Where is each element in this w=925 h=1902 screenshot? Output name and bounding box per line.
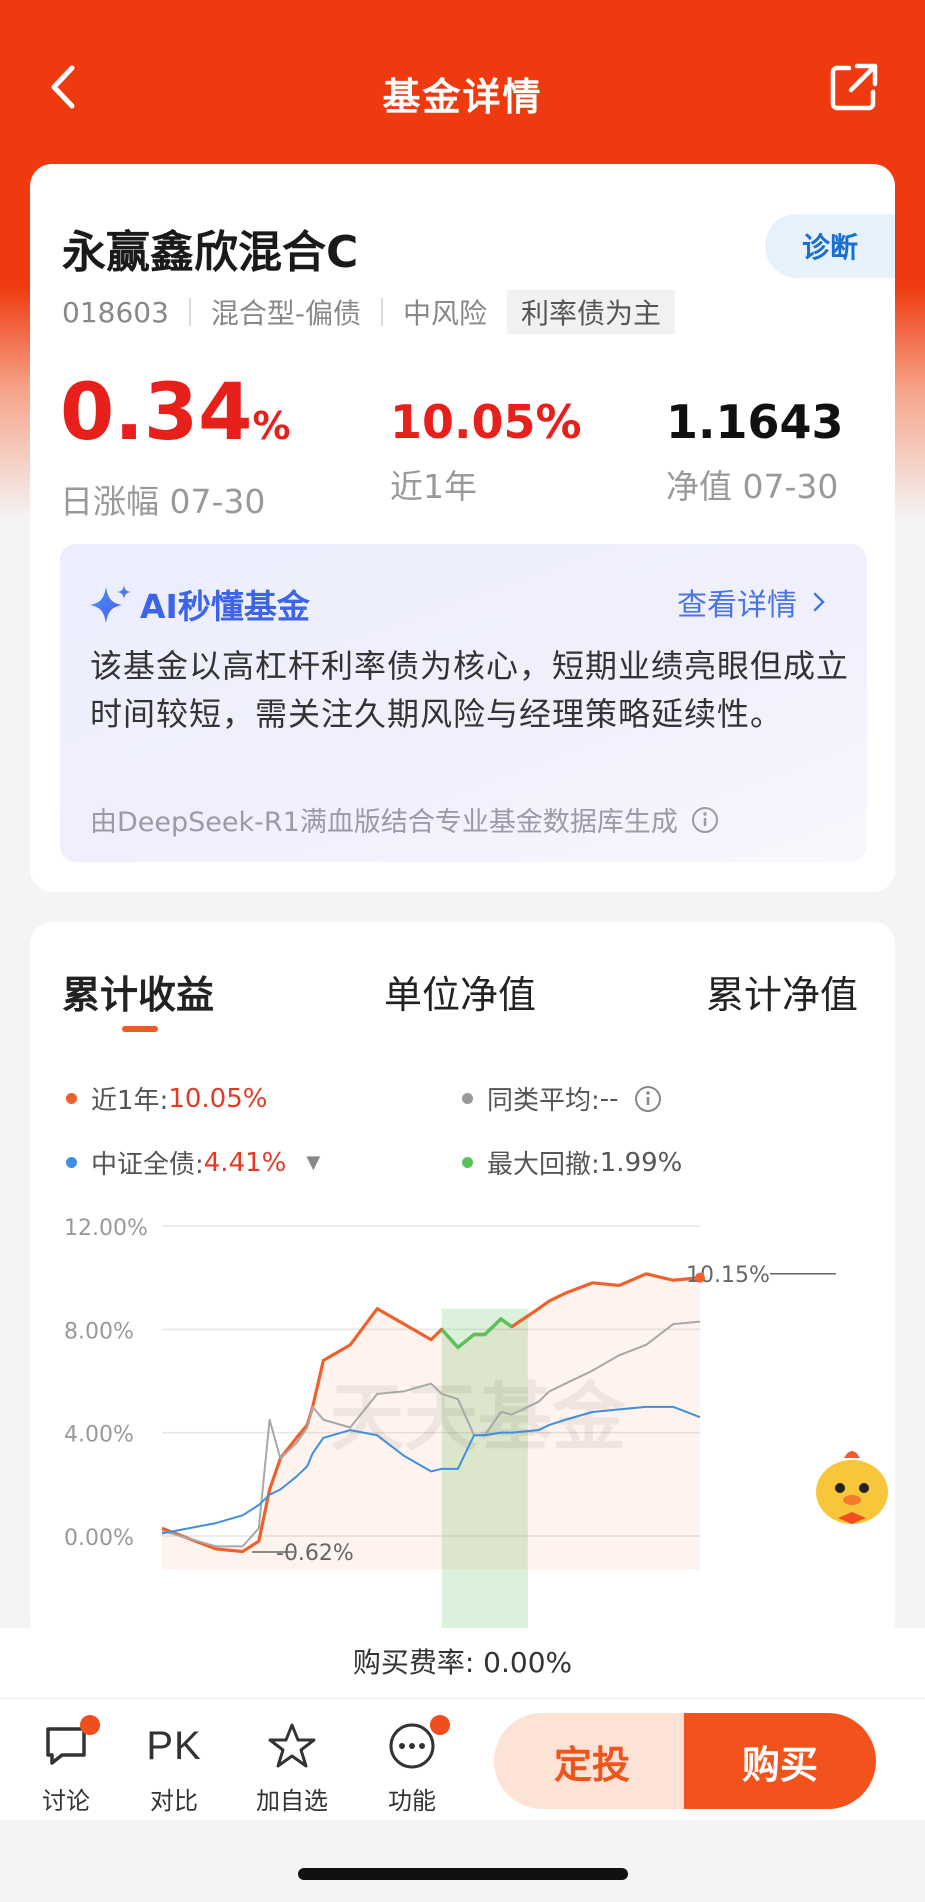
tab-cumulative-return[interactable]: 累计收益 bbox=[62, 964, 214, 1019]
fund-endpoint-dot bbox=[695, 1272, 705, 1283]
functions-label: 功能 bbox=[388, 1787, 436, 1815]
daily-change-value: 0.34 bbox=[60, 368, 253, 458]
ai-source-note: 由DeepSeek-R1满血版结合专业基金数据库生成 bbox=[90, 800, 720, 839]
y-tick-label: 12.00% bbox=[64, 1216, 148, 1241]
notification-dot bbox=[430, 1715, 450, 1735]
info-icon[interactable] bbox=[633, 1084, 663, 1114]
ai-summary-text: 该基金以高杠杆利率债为核心，短期业绩亮眼但成立时间较短，需关注久期风险与经理策略… bbox=[90, 647, 850, 733]
legend-peer-label: 同类平均: bbox=[487, 1086, 600, 1116]
more-dots-icon bbox=[389, 1723, 435, 1769]
y-tick-label: 0.00% bbox=[64, 1526, 134, 1551]
legend-index[interactable]: 中证全债: 4.41% ▼ bbox=[66, 1144, 320, 1181]
compare-label: 对比 bbox=[150, 1787, 198, 1815]
legend-fund-label: 近1年: bbox=[91, 1086, 169, 1116]
daily-change-stat: 0.34% 日涨幅 07-30 bbox=[60, 370, 291, 523]
buy-button[interactable]: 购买 bbox=[684, 1713, 876, 1809]
year-return-stat: 10.05% 近1年 bbox=[390, 390, 582, 508]
star-icon bbox=[268, 1723, 316, 1768]
legend-drawdown: 最大回撤: 1.99% bbox=[462, 1144, 682, 1181]
mascot-icon[interactable] bbox=[806, 1440, 900, 1534]
info-icon[interactable] bbox=[690, 805, 720, 835]
share-icon[interactable] bbox=[827, 60, 881, 114]
notification-dot bbox=[80, 1715, 100, 1735]
ai-view-details-label: 查看详情 bbox=[677, 588, 797, 623]
diagnose-button[interactable]: 诊断 bbox=[765, 214, 895, 278]
tab-unit-nav[interactable]: 单位净值 bbox=[384, 964, 536, 1019]
compare-button[interactable]: PK 对比 bbox=[126, 1719, 222, 1816]
pk-icon: PK bbox=[146, 1723, 202, 1768]
fund-summary-card: 永赢鑫欣混合C 诊断 018603 混合型-偏债 中风险 利率债为主 0.34%… bbox=[30, 164, 895, 892]
legend-drawdown-value: 1.99% bbox=[599, 1147, 683, 1178]
auto-invest-button[interactable]: 定投 bbox=[494, 1713, 690, 1809]
fund-risk: 中风险 bbox=[403, 297, 488, 330]
fund-code: 018603 bbox=[62, 295, 169, 329]
fund-tags: 018603 混合型-偏债 中风险 利率债为主 bbox=[62, 290, 676, 334]
dropdown-triangle-icon[interactable]: ▼ bbox=[306, 1152, 320, 1173]
page-title: 基金详情 bbox=[382, 75, 543, 119]
nav-value: 1.1643 bbox=[666, 395, 844, 449]
sparkle-icon bbox=[90, 585, 131, 623]
ai-source-note-text: 由DeepSeek-R1满血版结合专业基金数据库生成 bbox=[90, 807, 678, 838]
fund-type: 混合型-偏债 bbox=[210, 297, 361, 330]
fund-name: 永赢鑫欣混合C bbox=[62, 227, 359, 278]
ai-title-text: AI秒懂基金 bbox=[140, 587, 310, 626]
year-return-value: 10.05% bbox=[390, 395, 582, 449]
functions-button[interactable]: 功能 bbox=[364, 1715, 460, 1816]
legend-dot bbox=[462, 1157, 473, 1168]
daily-change-unit: % bbox=[252, 404, 291, 448]
legend-fund: 近1年: 10.05% bbox=[66, 1080, 267, 1117]
nav-stat: 1.1643 净值 07-30 bbox=[666, 390, 844, 508]
daily-change-label: 日涨幅 07-30 bbox=[60, 482, 266, 521]
return-chart[interactable]: 12.00%8.00%4.00%0.00%天天基金10.15%-0.62% bbox=[30, 1184, 895, 1628]
nav-label: 净值 07-30 bbox=[666, 467, 839, 506]
legend-dot bbox=[66, 1093, 77, 1104]
fund-return-area bbox=[162, 1273, 700, 1570]
ai-title: AI秒懂基金 bbox=[88, 580, 310, 628]
tag-divider bbox=[188, 298, 191, 326]
add-to-watchlist-button[interactable]: 加自选 bbox=[244, 1719, 340, 1816]
min-annotation: -0.62% bbox=[276, 1541, 354, 1566]
legend-peer-value: -- bbox=[599, 1083, 619, 1114]
top-bar: 基金详情 bbox=[0, 40, 925, 136]
tab-cumulative-nav[interactable]: 累计净值 bbox=[706, 964, 858, 1019]
bottom-action-bar: 讨论 PK 对比 加自选 功能 定投 购买 bbox=[0, 1698, 925, 1820]
legend-index-label: 中证全债: bbox=[91, 1150, 204, 1180]
performance-chart-card: 累计收益 单位净值 累计净值 近1年: 10.05% 同类平均: -- 中证全债… bbox=[30, 922, 895, 1642]
tag-divider bbox=[381, 298, 383, 326]
active-tab-indicator bbox=[122, 1026, 158, 1032]
y-tick-label: 8.00% bbox=[64, 1319, 134, 1344]
y-tick-label: 4.00% bbox=[64, 1423, 134, 1448]
purchase-fee-rate: 购买费率: 0.00% bbox=[0, 1628, 925, 1698]
home-indicator bbox=[298, 1868, 628, 1880]
legend-peer: 同类平均: -- bbox=[462, 1080, 663, 1117]
legend-dot bbox=[462, 1093, 473, 1104]
ai-view-details-link[interactable]: 查看详情 bbox=[677, 580, 827, 624]
ai-summary-box[interactable]: AI秒懂基金 查看详情 该基金以高杠杆利率债为核心，短期业绩亮眼但成立时间较短，… bbox=[60, 544, 867, 862]
fund-tag-chip: 利率债为主 bbox=[507, 290, 676, 334]
legend-index-value: 4.41% bbox=[203, 1147, 287, 1178]
discuss-label: 讨论 bbox=[42, 1787, 90, 1815]
discuss-button[interactable]: 讨论 bbox=[18, 1715, 114, 1816]
watchlist-label: 加自选 bbox=[256, 1787, 328, 1815]
chevron-right-icon bbox=[813, 592, 825, 612]
legend-drawdown-label: 最大回撤: bbox=[487, 1150, 600, 1180]
year-return-label: 近1年 bbox=[390, 467, 477, 506]
legend-dot bbox=[66, 1157, 77, 1168]
legend-fund-value: 10.05% bbox=[168, 1083, 268, 1114]
